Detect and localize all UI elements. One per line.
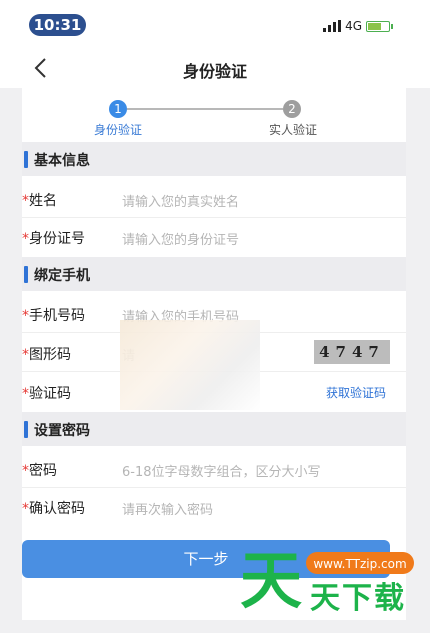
page-title: 身份验证 — [182, 62, 247, 81]
section-basic-info: 基本信息 — [22, 142, 406, 176]
required-mark: * — [22, 193, 29, 209]
id-number-input[interactable]: 请输入您的身份证号 — [122, 229, 239, 248]
step-connector — [127, 108, 283, 110]
required-mark: * — [22, 463, 29, 479]
label-text: 姓名 — [29, 193, 57, 209]
status-indicators: 4G — [323, 18, 393, 34]
password-label: *密码 — [22, 460, 57, 480]
required-mark: * — [22, 231, 29, 247]
required-mark: * — [22, 308, 29, 324]
captcha-image[interactable]: 4747 — [314, 340, 390, 364]
site-watermark: 天 www.TTzip.com 天下载 — [240, 544, 414, 615]
label-text: 手机号码 — [29, 308, 85, 324]
section-title: 基本信息 — [34, 153, 90, 169]
label-text: 验证码 — [29, 386, 71, 402]
nav-bar: 身份验证 — [0, 50, 430, 88]
confirm-password-field[interactable]: *确认密码 请再次输入密码 — [22, 488, 406, 526]
blur-overlay — [120, 320, 260, 410]
required-mark: * — [22, 347, 29, 363]
label-text: 图形码 — [29, 347, 71, 363]
signal-icon — [323, 20, 342, 32]
section-accent — [24, 266, 28, 283]
watermark-text: 天下载 — [310, 581, 406, 615]
phone-label: *手机号码 — [22, 305, 85, 325]
id-number-field[interactable]: *身份证号 请输入您的身份证号 — [22, 218, 406, 256]
name-input[interactable]: 请输入您的真实姓名 — [122, 191, 239, 210]
confirm-password-input[interactable]: 请再次输入密码 — [122, 499, 213, 518]
section-set-password: 设置密码 — [22, 412, 406, 446]
name-field[interactable]: *姓名 请输入您的真实姓名 — [22, 180, 406, 218]
captcha-label: *图形码 — [22, 344, 71, 364]
battery-icon — [366, 20, 393, 32]
required-mark: * — [22, 501, 29, 517]
network-type: 4G — [345, 19, 362, 33]
section-accent — [24, 151, 28, 168]
sms-code-label: *验证码 — [22, 383, 71, 403]
name-label: *姓名 — [22, 190, 57, 210]
section-bind-phone: 绑定手机 — [22, 257, 406, 291]
password-input[interactable]: 6-18位字母数字组合，区分大小写 — [122, 461, 321, 480]
step-2-circle: 2 — [283, 100, 301, 118]
get-code-button[interactable]: 获取验证码 — [326, 384, 386, 401]
step-indicator: 1 2 身份验证 实人验证 — [22, 88, 406, 140]
step-1-circle: 1 — [109, 100, 127, 118]
step-2-label: 实人验证 — [269, 123, 318, 137]
section-title: 设置密码 — [34, 423, 90, 439]
status-bar: 10:31 4G — [0, 0, 430, 50]
section-accent — [24, 421, 28, 438]
watermark-url: www.TTzip.com — [313, 557, 406, 571]
confirm-password-label: *确认密码 — [22, 498, 85, 518]
status-time: 10:31 — [29, 14, 86, 36]
label-text: 确认密码 — [29, 501, 85, 517]
password-field[interactable]: *密码 6-18位字母数字组合，区分大小写 — [22, 450, 406, 488]
id-number-label: *身份证号 — [22, 228, 85, 248]
watermark-big-glyph: 天 — [240, 544, 302, 615]
step-1-label: 身份验证 — [94, 123, 143, 137]
label-text: 密码 — [29, 463, 57, 479]
section-title: 绑定手机 — [34, 268, 90, 284]
required-mark: * — [22, 386, 29, 402]
label-text: 身份证号 — [29, 231, 85, 247]
